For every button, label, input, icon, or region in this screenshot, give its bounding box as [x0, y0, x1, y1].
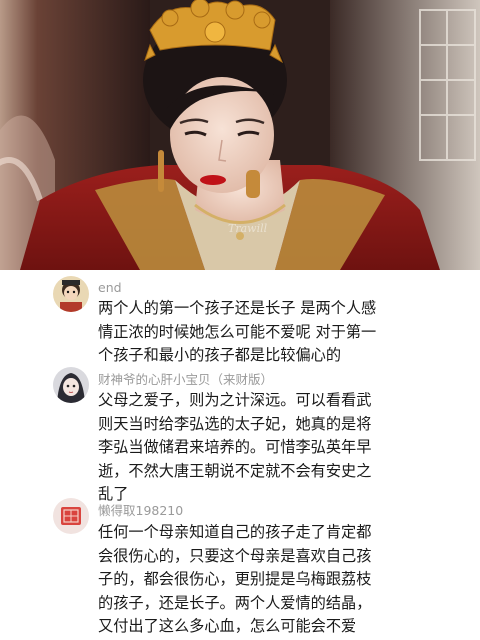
- comment-text: 父母之爱子，则为之计深远。可以看看武 则天当时给李弘选的太子妃，她真的是将 李弘…: [98, 391, 372, 503]
- video-frame[interactable]: Trawill: [0, 0, 480, 270]
- comment-username[interactable]: 懒得取198210: [98, 503, 183, 519]
- anime-girl-avatar-icon[interactable]: [53, 367, 89, 403]
- comment-list[interactable]: end 两个人的第一个孩子还是长子 是两个人感 情正浓的时候她怎么可能不爱呢 对…: [0, 270, 480, 640]
- comment-text: 任何一个母亲知道自己的孩子走了肯定都 会很伤心的，只要这个母亲是喜欢自己孩 子的…: [98, 523, 372, 635]
- red-seal-avatar-icon[interactable]: [53, 498, 89, 534]
- comment-text: 两个人的第一个孩子还是长子 是两个人感 情正浓的时候她怎么可能不爱呢 对于第一 …: [98, 299, 377, 364]
- cartoon-character-avatar-icon[interactable]: [53, 276, 89, 312]
- comment-username[interactable]: end: [98, 280, 122, 296]
- video-watermark: Trawill: [228, 222, 268, 235]
- comment-username[interactable]: 财神爷的心肝小宝贝（来财版）: [98, 372, 273, 388]
